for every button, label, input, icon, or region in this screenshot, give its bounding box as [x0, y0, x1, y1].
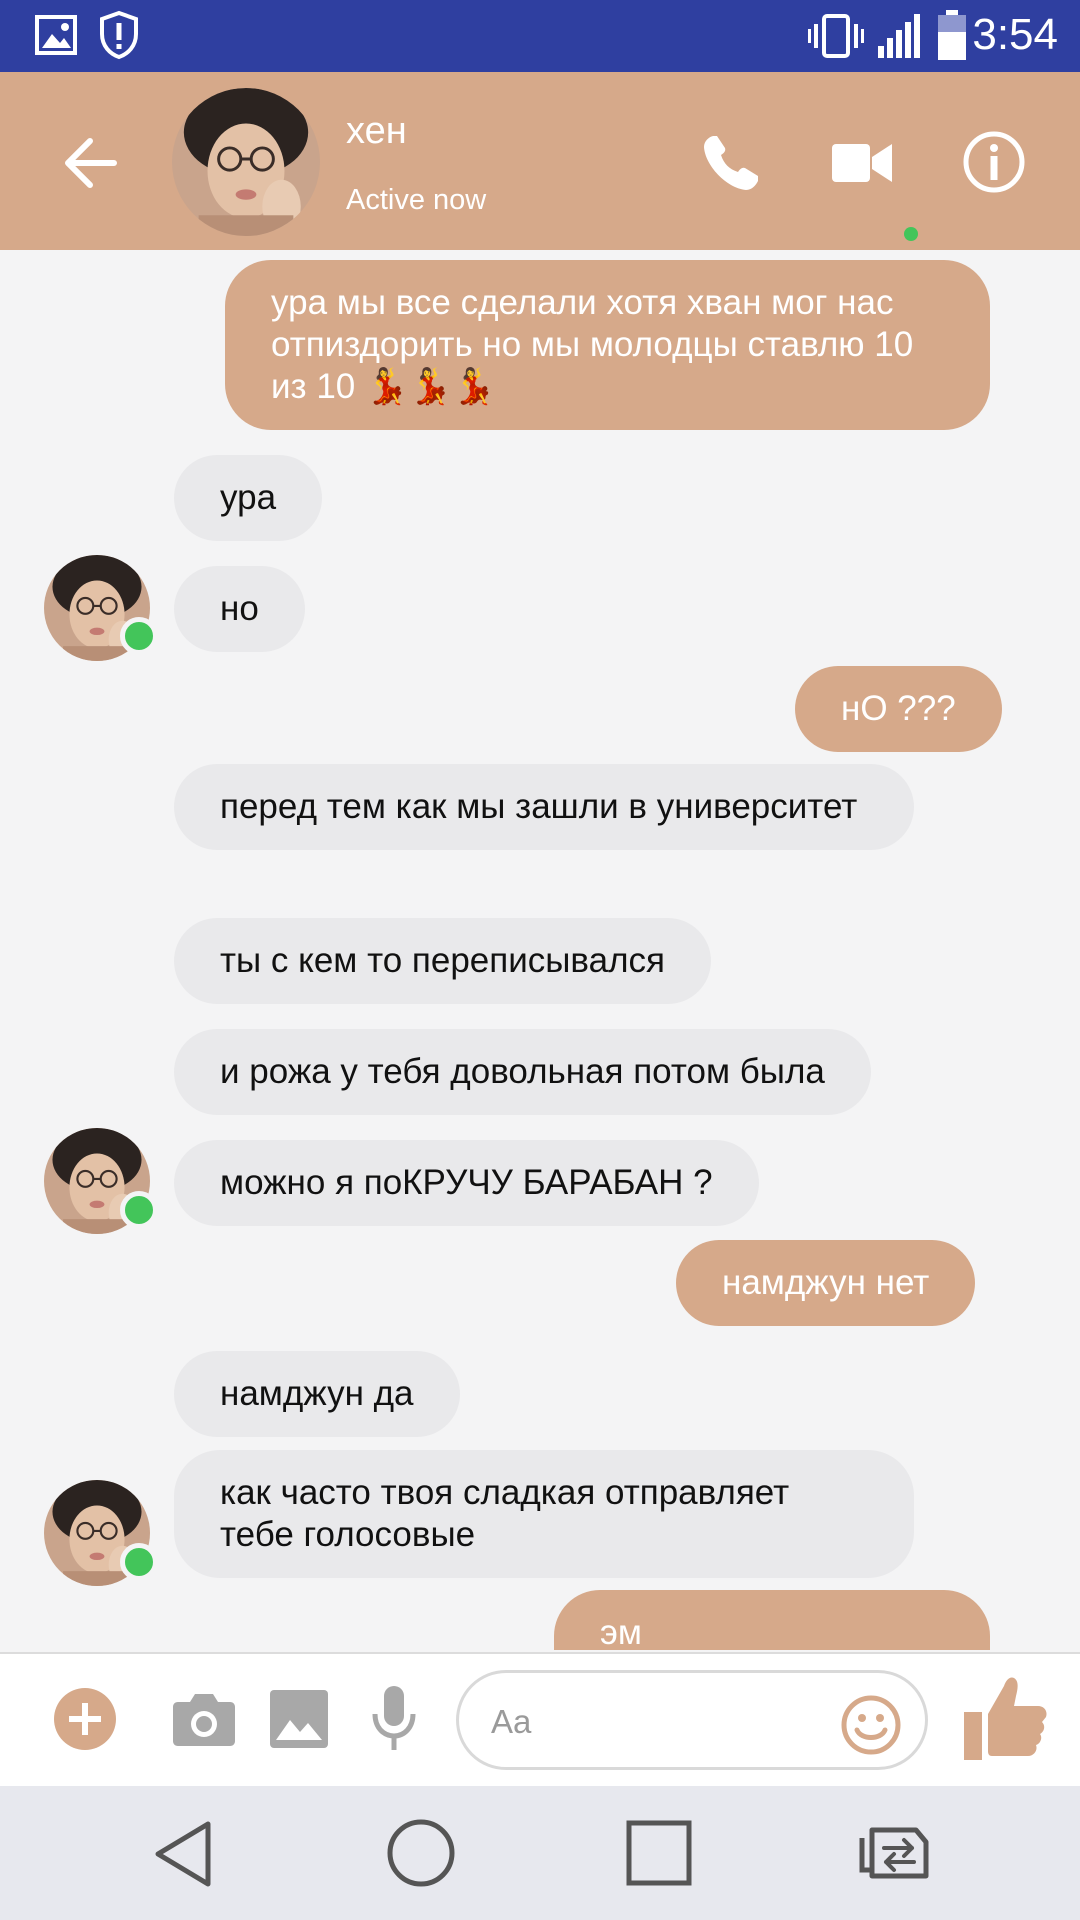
message-bubble[interactable]: ура — [174, 455, 323, 541]
system-nav-bar — [0, 1786, 1080, 1920]
contact-name[interactable]: хен — [346, 110, 407, 153]
contact-avatar[interactable] — [172, 88, 320, 236]
phone-icon[interactable] — [700, 132, 762, 194]
camera-icon[interactable] — [172, 1690, 236, 1746]
message-bubble[interactable]: и рожа у тебя довольная потом была — [174, 1029, 871, 1115]
online-indicator — [120, 617, 158, 655]
microphone-icon[interactable] — [370, 1684, 418, 1754]
online-indicator — [120, 1191, 158, 1229]
battery-icon — [938, 10, 966, 60]
message-composer — [0, 1652, 1080, 1788]
back-triangle-icon[interactable] — [152, 1820, 214, 1888]
conversation-header: хен Active now — [0, 72, 1080, 250]
video-call-icon[interactable] — [832, 140, 894, 186]
video-active-dot — [904, 227, 918, 241]
message-bubble[interactable]: нО ??? — [795, 666, 1002, 752]
plus-icon[interactable] — [52, 1686, 118, 1752]
message-list[interactable]: ура мы все сделали хотя хван мог нас отп… — [0, 250, 1080, 1650]
vibrate-icon — [808, 14, 864, 58]
message-bubble[interactable]: но — [174, 566, 305, 652]
thumbs-up-icon[interactable] — [962, 1674, 1048, 1762]
info-icon[interactable] — [962, 130, 1026, 194]
message-bubble[interactable]: можно я поКРУЧУ БАРАБАН ? — [174, 1140, 759, 1226]
status-time: 3:54 — [972, 10, 1058, 59]
image-icon[interactable] — [270, 1690, 328, 1748]
message-bubble[interactable]: перед тем как мы зашли в университет — [174, 764, 914, 850]
message-bubble[interactable]: эм — [554, 1590, 990, 1650]
signal-icon — [878, 14, 920, 58]
online-indicator — [120, 1543, 158, 1581]
message-bubble[interactable]: ура мы все сделали хотя хван мог нас отп… — [225, 260, 990, 430]
message-bubble[interactable]: ты с кем то переписывался — [174, 918, 711, 1004]
message-input[interactable] — [489, 1695, 833, 1749]
recents-square-icon[interactable] — [626, 1820, 692, 1886]
switch-apps-icon[interactable] — [856, 1824, 936, 1884]
emoji-icon[interactable] — [841, 1695, 901, 1755]
message-bubble[interactable]: как часто твоя сладкая отправляет тебе г… — [174, 1450, 914, 1578]
home-circle-icon[interactable] — [386, 1818, 456, 1888]
back-arrow-icon[interactable] — [56, 128, 126, 198]
shield-icon — [100, 10, 138, 60]
status-bar: 3:54 — [0, 0, 1080, 72]
gallery-icon — [35, 15, 77, 55]
message-bubble[interactable]: намджун да — [174, 1351, 460, 1437]
message-input-container — [456, 1670, 928, 1770]
contact-status: Active now — [346, 184, 487, 216]
message-bubble[interactable]: намджун нет — [676, 1240, 976, 1326]
